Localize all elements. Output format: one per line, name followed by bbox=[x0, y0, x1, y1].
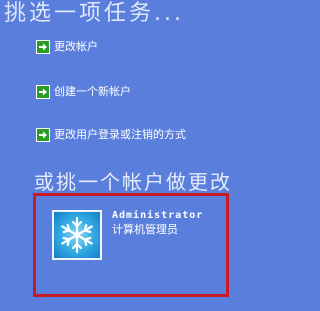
green-arrow-icon bbox=[36, 128, 50, 142]
task-label: 更改用户登录或注销的方式 bbox=[54, 128, 186, 141]
task-change-account[interactable]: 更改帐户 bbox=[36, 38, 98, 56]
green-arrow-icon bbox=[36, 40, 50, 54]
green-arrow-icon bbox=[36, 85, 50, 99]
task-change-logon-logoff[interactable]: 更改用户登录或注销的方式 bbox=[36, 126, 186, 144]
task-label: 创建一个新帐户 bbox=[54, 85, 131, 98]
account-tile-administrator[interactable]: Administrator 计算机管理员 bbox=[33, 193, 229, 297]
task-create-account[interactable]: 创建一个新帐户 bbox=[36, 83, 131, 101]
account-role: 计算机管理员 bbox=[112, 223, 178, 236]
snowflake-icon bbox=[52, 210, 102, 260]
task-heading: 挑选一项任务... bbox=[4, 1, 184, 26]
pick-account-heading: 或挑一个帐户做更改 bbox=[34, 170, 232, 194]
task-label: 更改帐户 bbox=[54, 40, 98, 53]
account-name: Administrator bbox=[112, 210, 204, 221]
